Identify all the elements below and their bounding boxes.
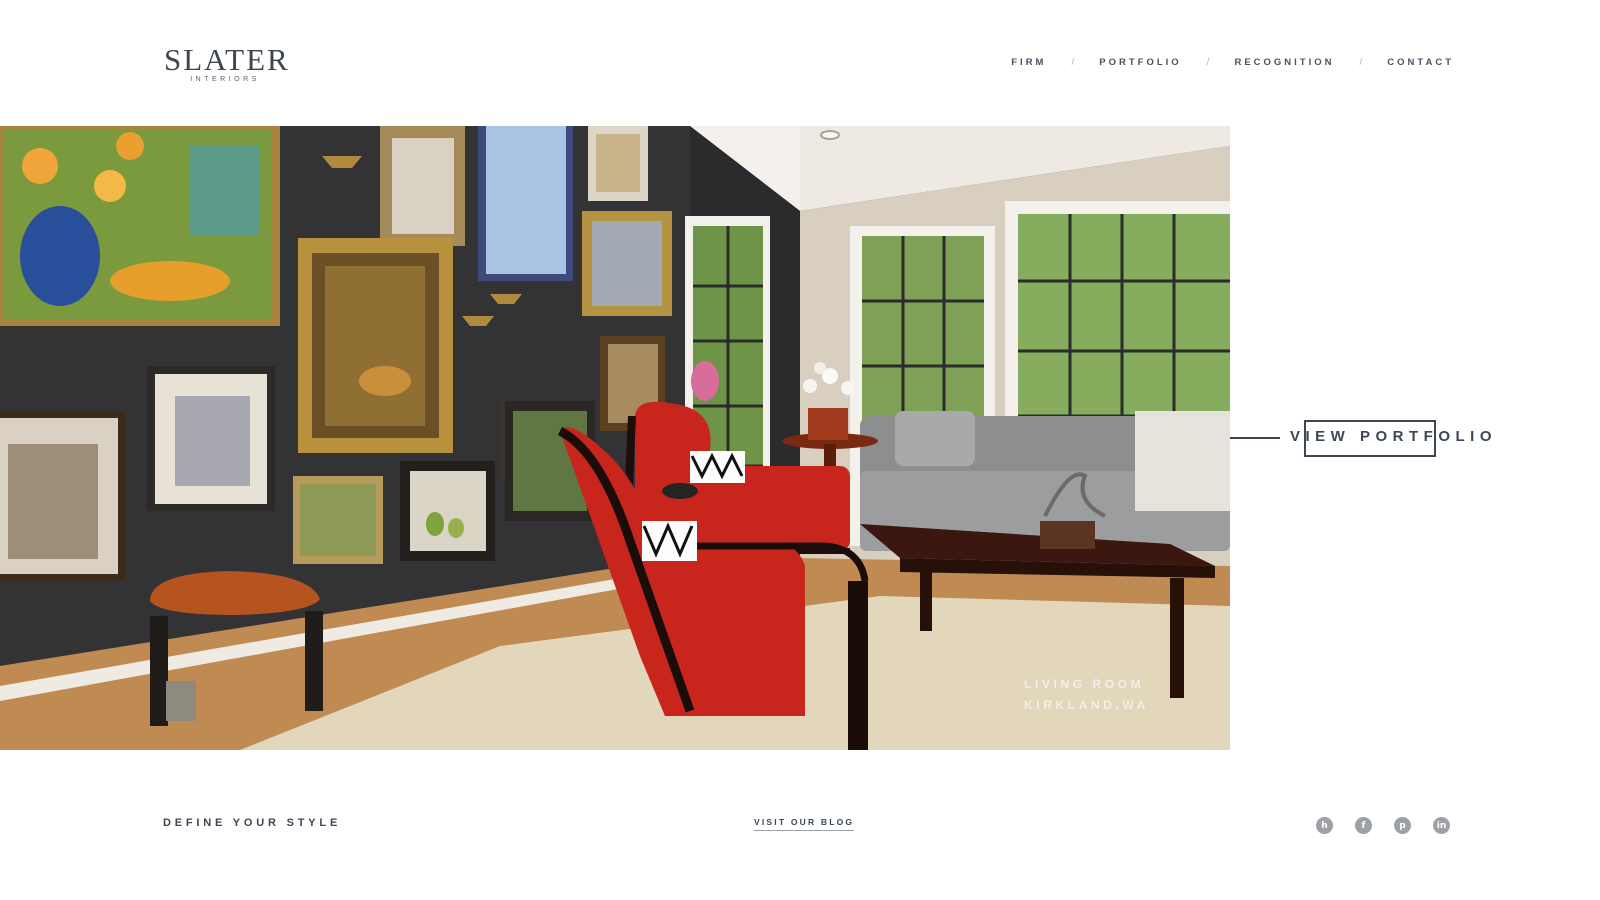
living-room-illustration	[0, 126, 1230, 750]
caption-room: LIVING ROOM	[1024, 677, 1145, 691]
nav-contact[interactable]: CONTACT	[1387, 57, 1454, 68]
visit-blog-link[interactable]: VISIT OUR BLOG	[754, 817, 855, 831]
main-nav: FIRM / PORTFOLIO / RECOGNITION / CONTACT	[1011, 57, 1454, 68]
logo-wordmark: SLATER	[164, 42, 290, 77]
logo[interactable]: SLATER INTERIORS	[164, 42, 290, 84]
nav-separator: /	[1359, 57, 1363, 68]
tagline: DEFINE YOUR STYLE	[163, 817, 342, 829]
view-portfolio-button[interactable]: VIEW PORTFOLIO	[1290, 428, 1497, 445]
linkedin-icon[interactable]: in	[1433, 817, 1450, 834]
pinterest-icon[interactable]: p	[1394, 817, 1411, 834]
nav-separator: /	[1206, 57, 1210, 68]
nav-separator: /	[1071, 57, 1075, 68]
houzz-icon[interactable]: h	[1316, 817, 1333, 834]
hero-caption: LIVING ROOM KIRKLAND,WA	[1024, 674, 1149, 716]
nav-portfolio[interactable]: PORTFOLIO	[1099, 57, 1181, 68]
cta-connector-line	[1230, 437, 1280, 439]
nav-recognition[interactable]: RECOGNITION	[1234, 57, 1334, 68]
facebook-icon[interactable]: f	[1355, 817, 1372, 834]
caption-location: KIRKLAND,WA	[1024, 698, 1149, 712]
hero-image	[0, 126, 1230, 750]
nav-firm[interactable]: FIRM	[1011, 57, 1046, 68]
social-links: h f p in	[1316, 817, 1450, 834]
